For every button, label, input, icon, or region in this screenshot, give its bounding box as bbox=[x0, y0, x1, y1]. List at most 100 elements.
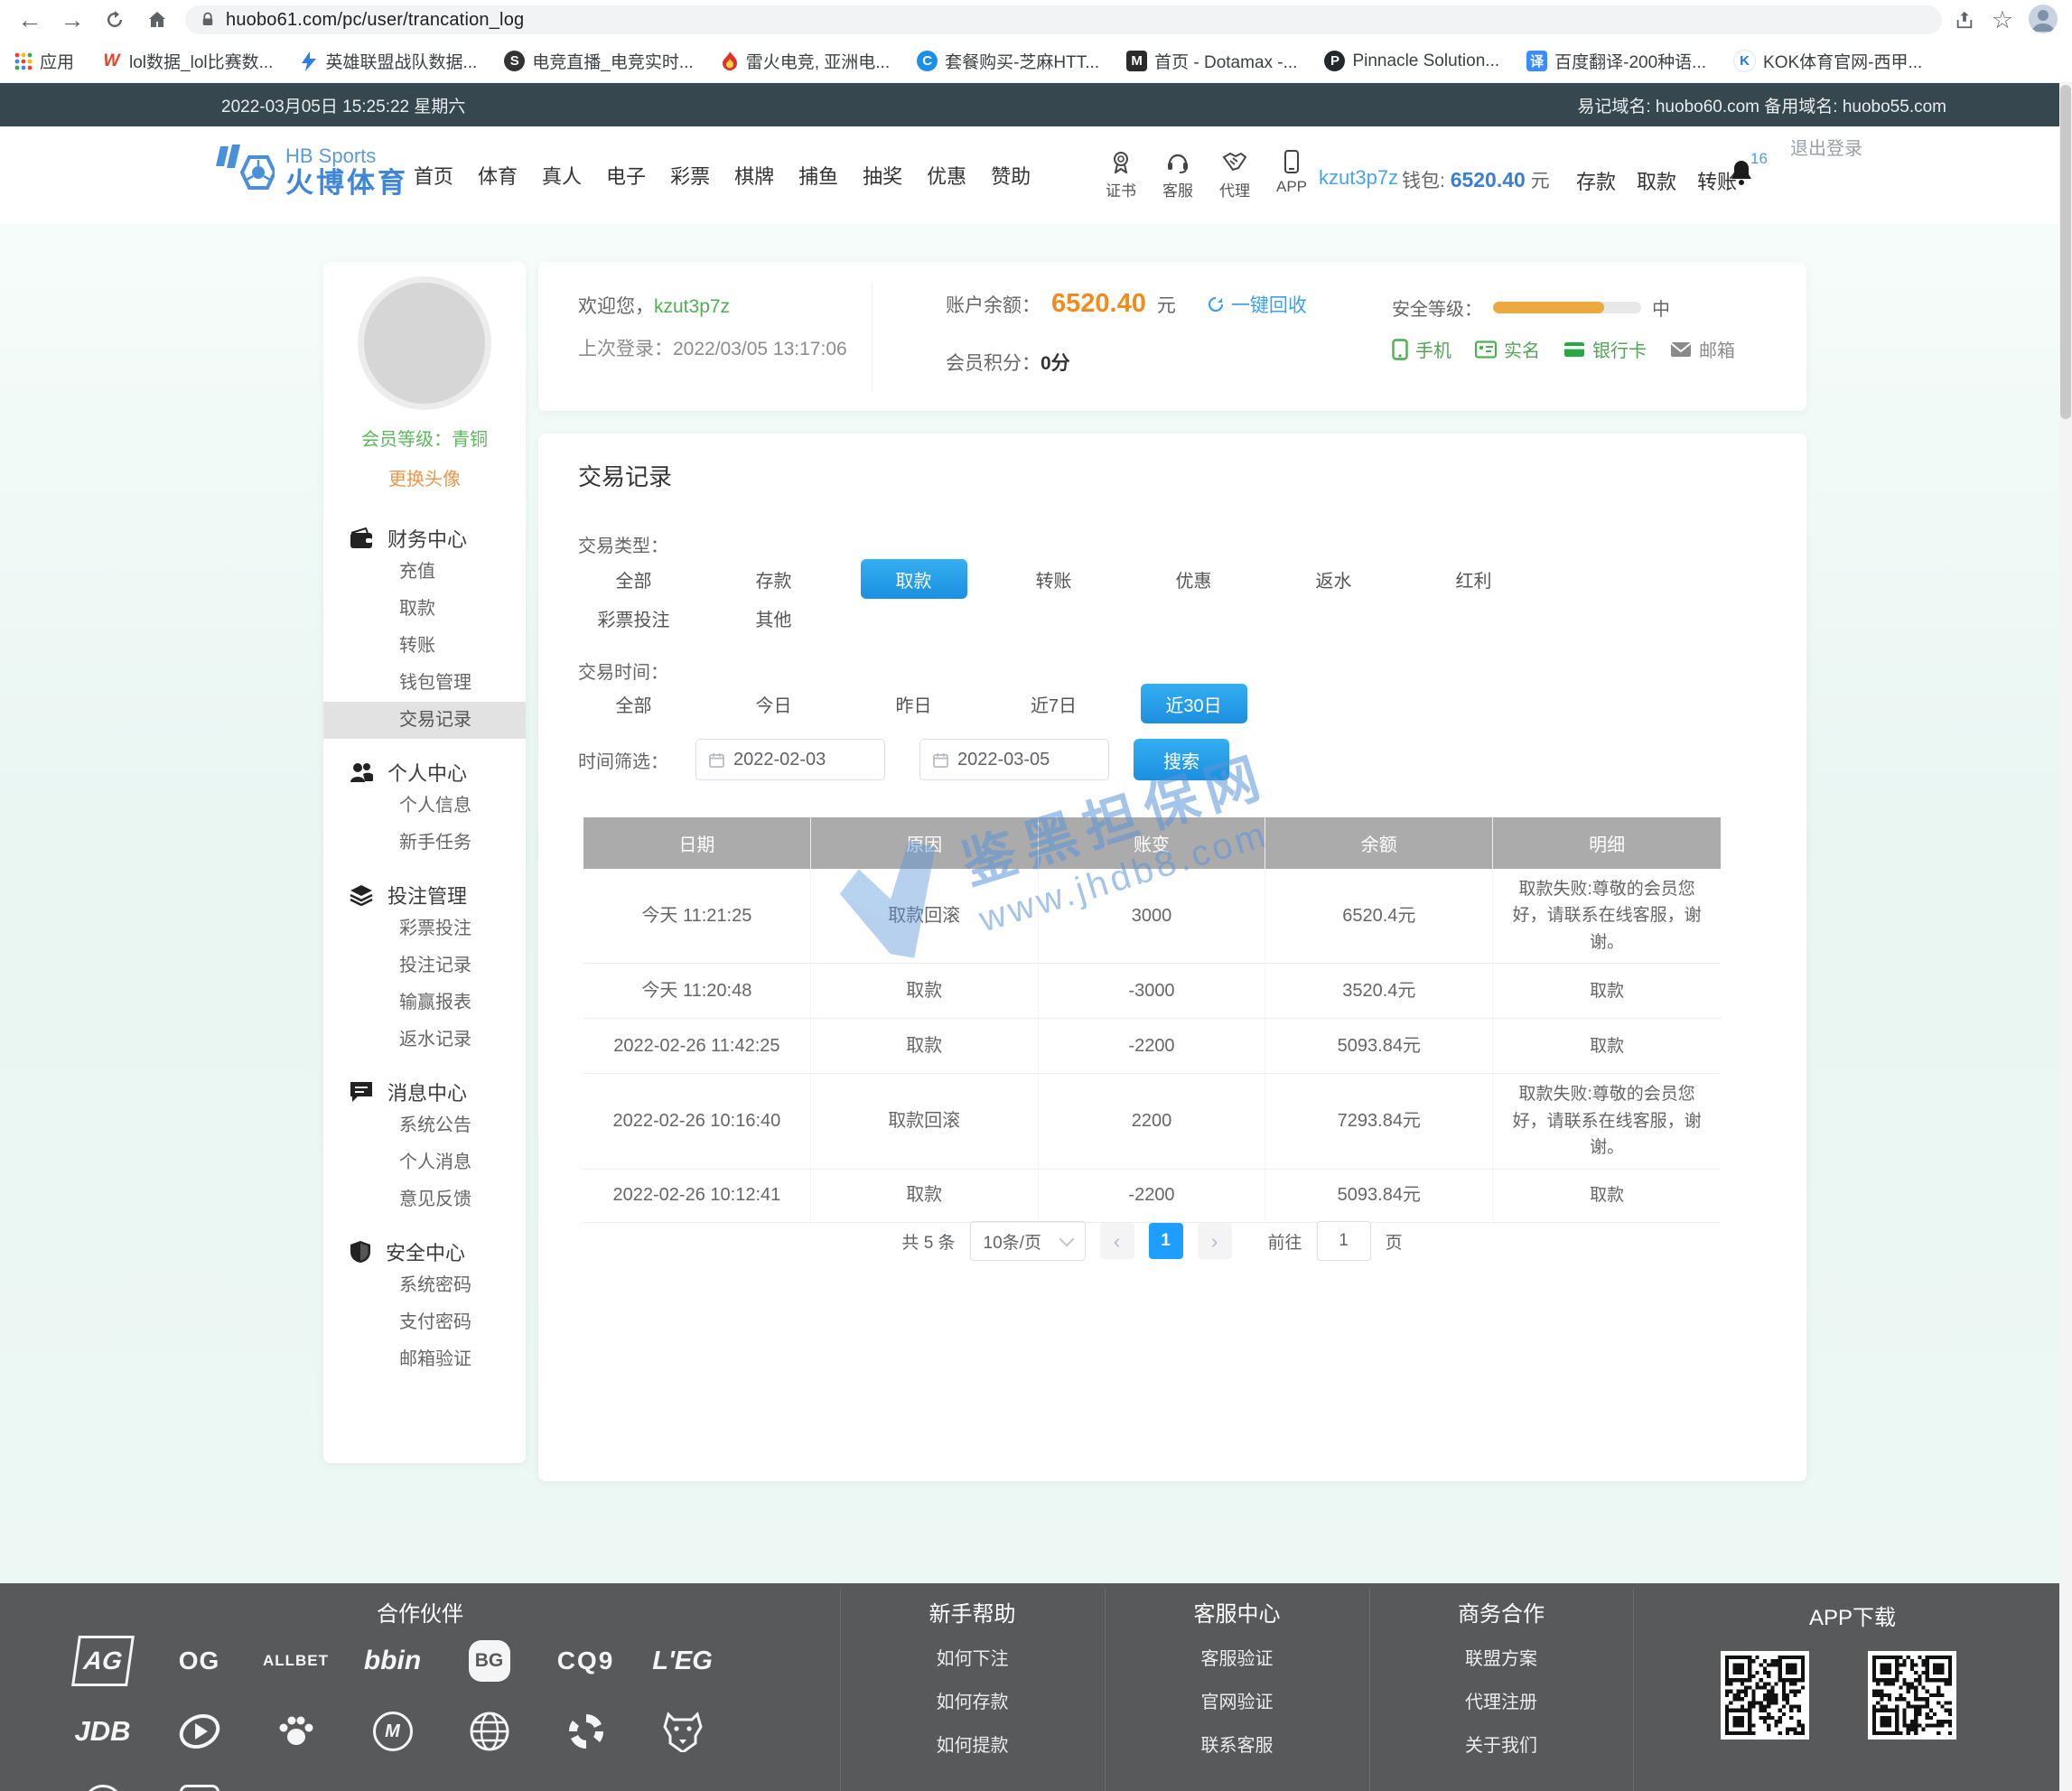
bookmark-kok[interactable]: K KOK体育官网-西甲... bbox=[1733, 49, 1922, 73]
one-key-recycle-button[interactable]: 一键回收 bbox=[1207, 291, 1307, 318]
support-menu[interactable]: 客服 bbox=[1152, 150, 1204, 201]
bookmark-zhima[interactable]: C 套餐购买-芝麻HTT... bbox=[917, 49, 1099, 73]
sidebar-section-personal[interactable]: 个人中心 bbox=[323, 757, 526, 788]
forward-icon[interactable]: → bbox=[57, 5, 88, 34]
goto-page-input[interactable] bbox=[1317, 1221, 1371, 1261]
date-to-input[interactable]: 2022-03-05 bbox=[919, 739, 1109, 780]
sidebar-section-messages[interactable]: 消息中心 bbox=[323, 1077, 526, 1107]
prev-page-button[interactable]: ‹ bbox=[1100, 1223, 1134, 1259]
filter-time-all[interactable]: 全部 bbox=[616, 691, 652, 717]
sidebar-item-rebate-records[interactable]: 返水记录 bbox=[323, 1021, 526, 1059]
share-icon[interactable] bbox=[1949, 5, 1980, 34]
url-bar[interactable]: huobo61.com/pc/user/trancation_log bbox=[185, 5, 1942, 34]
filter-type-bonus[interactable]: 红利 bbox=[1456, 566, 1492, 592]
app-menu[interactable]: APP bbox=[1265, 150, 1318, 196]
sidebar-item-personal-messages[interactable]: 个人消息 bbox=[323, 1144, 526, 1181]
filter-type-withdraw-active[interactable]: 取款 bbox=[861, 559, 967, 599]
nav-live[interactable]: 真人 bbox=[542, 161, 582, 190]
filter-type-promo[interactable]: 优惠 bbox=[1176, 566, 1212, 592]
search-button[interactable]: 搜索 bbox=[1134, 739, 1229, 780]
filter-type-other[interactable]: 其他 bbox=[756, 605, 792, 631]
current-page-button[interactable]: 1 bbox=[1149, 1223, 1183, 1259]
sidebar-item-payment-password[interactable]: 支付密码 bbox=[323, 1304, 526, 1341]
sidebar-section-security[interactable]: 安全中心 bbox=[323, 1236, 526, 1267]
withdraw-link[interactable]: 取款 bbox=[1637, 166, 1676, 195]
next-page-button[interactable]: › bbox=[1198, 1223, 1232, 1259]
bookmark-esports-live[interactable]: S 电竞直播_电竞实时... bbox=[504, 49, 693, 73]
sidebar-item-withdraw[interactable]: 取款 bbox=[323, 591, 526, 628]
filter-type-all[interactable]: 全部 bbox=[616, 566, 652, 592]
nav-lottery[interactable]: 彩票 bbox=[670, 161, 710, 190]
realname-verification[interactable]: 实名 bbox=[1475, 336, 1540, 362]
footer-link-contact-service[interactable]: 联系客服 bbox=[1105, 1730, 1369, 1757]
sidebar-item-newbie-tasks[interactable]: 新手任务 bbox=[323, 825, 526, 862]
logout-link[interactable]: 退出登录 bbox=[1790, 134, 1862, 160]
sidebar-item-bet-records[interactable]: 投注记录 bbox=[323, 947, 526, 984]
filter-type-transfer[interactable]: 转账 bbox=[1036, 566, 1072, 592]
footer-link-service-verify[interactable]: 客服验证 bbox=[1105, 1644, 1369, 1670]
sidebar-item-transfer[interactable]: 转账 bbox=[323, 628, 526, 665]
back-icon[interactable]: ← bbox=[14, 5, 45, 34]
bookmark-lol-data[interactable]: W lol数据_lol比赛数... bbox=[101, 49, 273, 73]
date-from-input[interactable]: 2022-02-03 bbox=[695, 739, 885, 780]
sidebar-item-winloss-report[interactable]: 输赢报表 bbox=[323, 984, 526, 1021]
sidebar-section-betting[interactable]: 投注管理 bbox=[323, 880, 526, 910]
footer-link-alliance[interactable]: 联盟方案 bbox=[1369, 1644, 1633, 1670]
filter-time-7days[interactable]: 近7日 bbox=[1031, 691, 1077, 717]
sidebar-item-system-password[interactable]: 系统密码 bbox=[323, 1267, 526, 1304]
bookmark-baidu-translate[interactable]: 译 百度翻译-200种语... bbox=[1526, 49, 1706, 73]
sidebar-item-feedback[interactable]: 意见反馈 bbox=[323, 1181, 526, 1218]
footer-link-agent-register[interactable]: 代理注册 bbox=[1369, 1687, 1633, 1713]
bankcard-verification[interactable]: 银行卡 bbox=[1563, 336, 1647, 362]
sidebar-item-recharge[interactable]: 充值 bbox=[323, 554, 526, 591]
change-avatar-link[interactable]: 更换头像 bbox=[323, 464, 526, 490]
filter-type-lottery[interactable]: 彩票投注 bbox=[598, 605, 670, 631]
home-icon[interactable] bbox=[142, 5, 173, 34]
site-logo[interactable]: HB Sports 火博体育 bbox=[215, 145, 408, 201]
footer-link-how-to-deposit[interactable]: 如何存款 bbox=[840, 1687, 1105, 1713]
sidebar-item-transaction-log[interactable]: 交易记录 bbox=[323, 702, 526, 739]
email-verification[interactable]: 邮箱 bbox=[1670, 336, 1735, 362]
bookmark-lol-teams[interactable]: 英雄联盟战队数据... bbox=[300, 49, 477, 73]
bookmark-leihuo[interactable]: 雷火电竞, 亚洲电... bbox=[721, 49, 890, 73]
avatar[interactable] bbox=[358, 276, 491, 410]
footer-link-about-us[interactable]: 关于我们 bbox=[1369, 1730, 1633, 1757]
deposit-link[interactable]: 存款 bbox=[1576, 166, 1616, 195]
bookmark-dotamax[interactable]: M 首页 - Dotamax -... bbox=[1126, 49, 1297, 73]
sidebar-item-system-announcements[interactable]: 系统公告 bbox=[323, 1107, 526, 1144]
nav-promos[interactable]: 优惠 bbox=[927, 161, 966, 190]
sidebar-item-personal-info[interactable]: 个人信息 bbox=[323, 788, 526, 825]
balance-amount: 6520.40 bbox=[1051, 289, 1146, 319]
filter-time-today[interactable]: 今日 bbox=[756, 691, 792, 717]
nav-home[interactable]: 首页 bbox=[414, 161, 453, 190]
filter-type-rebate[interactable]: 返水 bbox=[1316, 566, 1352, 592]
nav-raffle[interactable]: 抽奖 bbox=[863, 161, 902, 190]
filter-time-yesterday[interactable]: 昨日 bbox=[896, 691, 932, 717]
footer-link-how-to-withdraw[interactable]: 如何提款 bbox=[840, 1730, 1105, 1757]
footer-link-how-to-bet[interactable]: 如何下注 bbox=[840, 1644, 1105, 1670]
sidebar-section-finance[interactable]: 财务中心 bbox=[323, 523, 526, 554]
browser-profile-avatar[interactable] bbox=[2029, 5, 2058, 33]
certificate-menu[interactable]: 证书 bbox=[1095, 150, 1147, 201]
bookmark-star-icon[interactable]: ☆ bbox=[1987, 5, 2018, 34]
footer-link-site-verify[interactable]: 官网验证 bbox=[1105, 1687, 1369, 1713]
scrollbar[interactable] bbox=[2059, 83, 2072, 1791]
header-username[interactable]: kzut3p7z bbox=[1319, 166, 1398, 190]
bookmark-apps[interactable]: 应用 bbox=[14, 49, 74, 73]
page-size-select[interactable]: 10条/页 bbox=[970, 1221, 1086, 1261]
agent-menu[interactable]: 代理 bbox=[1209, 150, 1261, 201]
nav-fishing[interactable]: 捕鱼 bbox=[798, 161, 838, 190]
sidebar-item-lottery-bets[interactable]: 彩票投注 bbox=[323, 910, 526, 947]
nav-chess[interactable]: 棋牌 bbox=[734, 161, 774, 190]
filter-type-deposit[interactable]: 存款 bbox=[756, 566, 792, 592]
nav-sports[interactable]: 体育 bbox=[478, 161, 518, 190]
phone-verification[interactable]: 手机 bbox=[1392, 336, 1451, 362]
sidebar-item-email-verification[interactable]: 邮箱验证 bbox=[323, 1341, 526, 1378]
sidebar-item-wallet-management[interactable]: 钱包管理 bbox=[323, 665, 526, 702]
scrollbar-thumb[interactable] bbox=[2060, 85, 2071, 419]
bookmark-pinnacle[interactable]: P Pinnacle Solution... bbox=[1324, 51, 1499, 71]
filter-time-30days-active[interactable]: 近30日 bbox=[1141, 684, 1247, 723]
reload-icon[interactable] bbox=[99, 5, 130, 34]
nav-slots[interactable]: 电子 bbox=[606, 161, 646, 190]
nav-sponsor[interactable]: 赞助 bbox=[991, 161, 1031, 190]
